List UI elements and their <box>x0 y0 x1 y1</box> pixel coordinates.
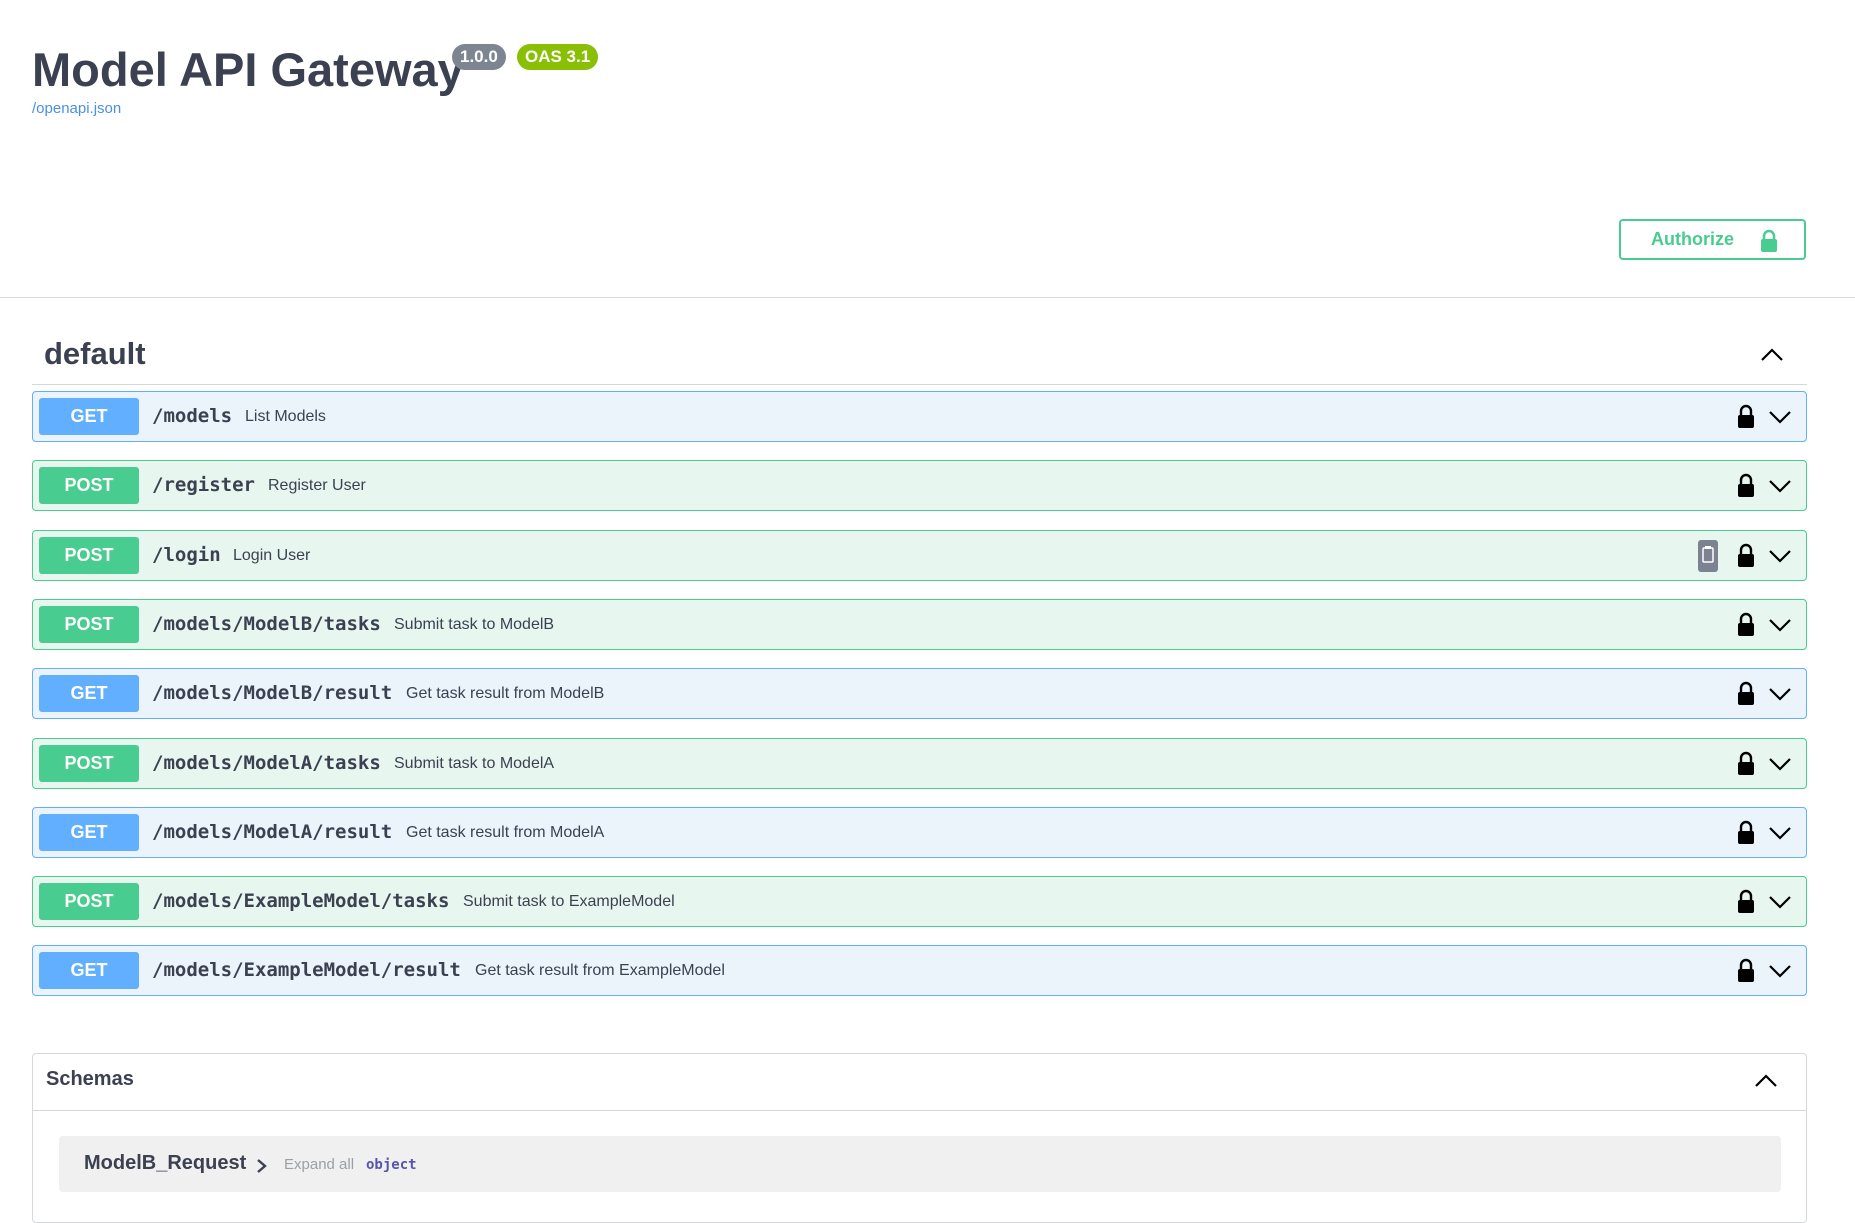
tag-section-default[interactable]: default <box>32 330 1807 385</box>
lock-icon[interactable] <box>1736 473 1756 498</box>
schemas-section: Schemas ModelB_Request Expand all object <box>32 1053 1807 1223</box>
operation-get-row[interactable]: GET/models/ExampleModel/result Get task r… <box>32 945 1807 996</box>
method-badge: POST <box>39 883 139 920</box>
operation-path: /models/ModelB/tasks <box>152 613 381 635</box>
operation-summary: Get task result from ExampleModel <box>475 962 725 979</box>
operation-post-row[interactable]: POST/register Register User <box>32 460 1807 511</box>
chevron-down-icon[interactable] <box>1767 612 1793 638</box>
chevron-down-icon[interactable] <box>1767 404 1793 430</box>
method-badge: GET <box>39 814 139 851</box>
chevron-up-icon[interactable] <box>1751 1066 1781 1096</box>
operation-summary: Submit task to ModelB <box>394 616 555 633</box>
operation-summary: Get task result from ModelA <box>406 824 605 841</box>
chevron-down-icon[interactable] <box>1767 473 1793 499</box>
chevron-down-icon[interactable] <box>1767 820 1793 846</box>
openapi-json-link[interactable]: /openapi.json <box>32 100 121 117</box>
schemas-header[interactable]: Schemas <box>33 1054 1806 1111</box>
operation-summary: Login User <box>233 547 311 564</box>
method-badge: GET <box>39 952 139 989</box>
operation-get-row[interactable]: GET/models/ModelB/result Get task result … <box>32 668 1807 719</box>
method-badge: GET <box>39 675 139 712</box>
operation-summary: Register User <box>268 477 366 494</box>
authorize-label: Authorize <box>1651 229 1734 249</box>
operation-path: /models <box>152 405 233 427</box>
operation-post-row[interactable]: POST/models/ExampleModel/tasks Submit tas… <box>32 876 1807 927</box>
chevron-up-icon[interactable] <box>1757 340 1787 370</box>
info-header: Model API Gateway 1.0.0 OAS 3.1 /openapi… <box>0 0 1855 298</box>
chevron-right-icon[interactable] <box>255 1157 269 1175</box>
lock-icon[interactable] <box>1736 681 1756 706</box>
method-badge: GET <box>39 398 139 435</box>
schemas-title: Schemas <box>46 1068 134 1090</box>
operation-path: /models/ModelA/result <box>152 821 393 843</box>
lock-icon[interactable] <box>1736 612 1756 637</box>
model-type: object <box>366 1157 417 1173</box>
lock-icon <box>1761 229 1777 252</box>
operation-path: /register <box>152 474 255 496</box>
operation-summary: Submit task to ExampleModel <box>463 893 675 910</box>
chevron-down-icon[interactable] <box>1767 751 1793 777</box>
operation-get-row[interactable]: GET/models List Models <box>32 391 1807 442</box>
model-box[interactable]: ModelB_Request Expand all object <box>59 1136 1781 1192</box>
lock-icon[interactable] <box>1736 751 1756 776</box>
operation-get-row[interactable]: GET/models/ModelA/result Get task result … <box>32 807 1807 858</box>
lock-icon[interactable] <box>1736 404 1756 429</box>
operation-path: /models/ExampleModel/tasks <box>152 890 450 912</box>
version-badge: 1.0.0 <box>452 44 506 70</box>
chevron-down-icon[interactable] <box>1767 889 1793 915</box>
expand-all-link[interactable]: Expand all <box>284 1156 354 1173</box>
operation-post-row[interactable]: POST/models/ModelB/tasks Submit task to M… <box>32 599 1807 650</box>
chevron-down-icon[interactable] <box>1767 543 1793 569</box>
lock-icon[interactable] <box>1736 820 1756 845</box>
operation-post-row[interactable]: POST/models/ModelA/tasks Submit task to M… <box>32 738 1807 789</box>
authorize-button[interactable]: Authorize <box>1619 219 1806 260</box>
chevron-down-icon[interactable] <box>1767 681 1793 707</box>
operation-summary: Get task result from ModelB <box>406 685 605 702</box>
operation-summary: Submit task to ModelA <box>394 755 555 772</box>
operation-path: /models/ModelA/tasks <box>152 752 381 774</box>
operation-post-row[interactable]: POST/login Login User <box>32 530 1807 581</box>
copy-to-clipboard-icon[interactable] <box>1698 540 1718 572</box>
operation-path: /models/ExampleModel/result <box>152 959 461 981</box>
method-badge: POST <box>39 537 139 574</box>
method-badge: POST <box>39 467 139 504</box>
operation-summary: List Models <box>245 408 326 425</box>
method-badge: POST <box>39 606 139 643</box>
chevron-down-icon[interactable] <box>1767 958 1793 984</box>
operation-path: /login <box>152 544 221 566</box>
lock-icon[interactable] <box>1736 543 1756 568</box>
page-title: Model API Gateway <box>32 43 464 96</box>
oas-badge: OAS 3.1 <box>517 44 599 70</box>
operation-path: /models/ModelB/result <box>152 682 393 704</box>
section-title: default <box>44 336 146 371</box>
model-name[interactable]: ModelB_Request <box>84 1152 246 1175</box>
lock-icon[interactable] <box>1736 958 1756 983</box>
method-badge: POST <box>39 745 139 782</box>
lock-icon[interactable] <box>1736 889 1756 914</box>
